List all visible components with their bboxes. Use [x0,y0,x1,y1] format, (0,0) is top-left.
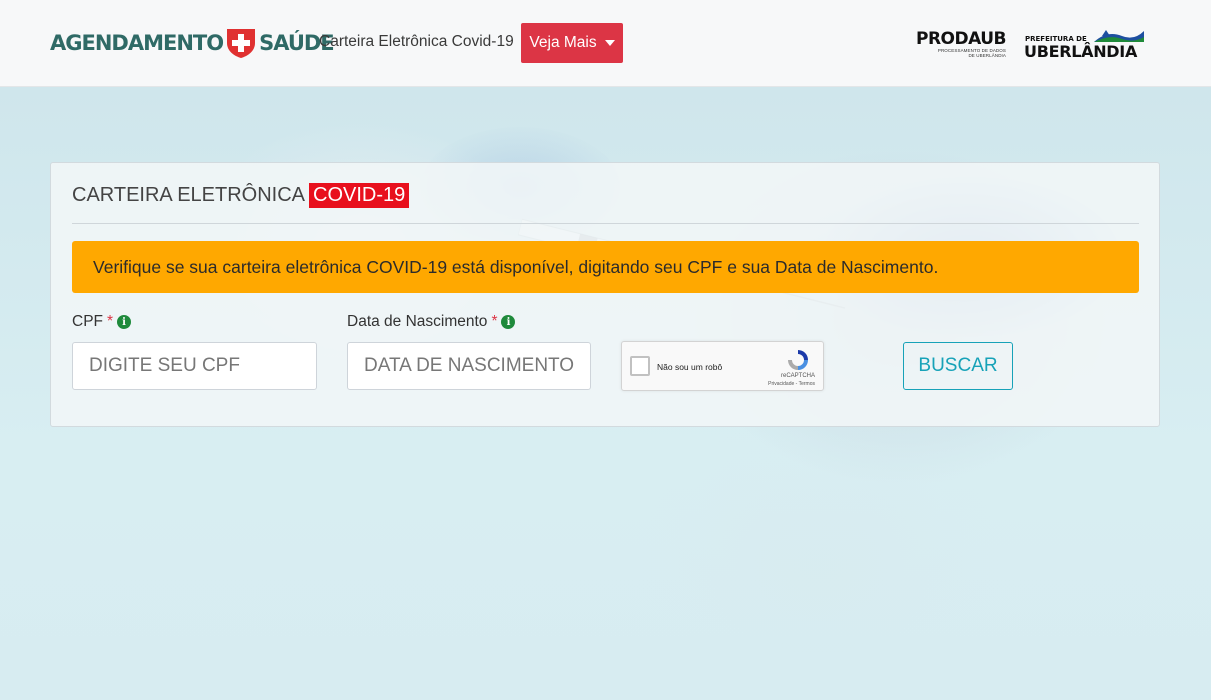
instruction-alert: Verifique se sua carteira eletrônica COV… [72,241,1139,293]
cpf-label-text: CPF [72,313,103,330]
recaptcha-icon [788,350,808,370]
top-navbar: AGENDAMENTO SAÚDE Carteira Eletrônica Co… [0,0,1211,87]
nav-link-carteira-covid[interactable]: Carteira Eletrônica Covid-19 [319,33,514,51]
city-name: UBERLÂNDIA [1024,42,1138,61]
prodaub-subtitle: DE UBERLÂNDIA [968,53,1006,58]
dropdown-label: Veja Mais [529,34,597,51]
info-icon[interactable]: i [117,315,132,329]
medical-cross-shield-icon [224,27,258,59]
prodaub-logo[interactable]: PRODAUB PROCESSAMENTO DE DADOS DE UBERLÂ… [912,29,1007,58]
agendamento-saude-logo[interactable]: AGENDAMENTO SAÚDE [50,27,335,59]
caret-down-icon [604,40,615,46]
brand-text-left: AGENDAMENTO [50,31,224,55]
recaptcha-terms-link[interactable]: Privacidade - Termos [768,381,815,387]
birth-date-label: Data de Nascimento * i [347,313,516,331]
recaptcha-checkbox[interactable] [630,356,650,376]
recaptcha-widget: Não sou um robô reCAPTCHA Privacidade - … [621,341,824,391]
prodaub-title: PRODAUB [915,29,1007,49]
cpf-label: CPF * i [72,313,132,331]
required-mark: * [491,313,498,330]
carteira-card: CARTEIRA ELETRÔNICA COVID-19 Verifique s… [50,162,1160,427]
cpf-input[interactable] [72,342,317,390]
veja-mais-dropdown-button[interactable]: Veja Mais [521,23,623,63]
birth-date-input[interactable] [347,342,591,390]
recaptcha-brand: reCAPTCHA [780,373,815,379]
card-title-text: CARTEIRA ELETRÔNICA [72,184,306,206]
alert-text: Verifique se sua carteira eletrônica COV… [93,256,939,277]
prefeitura-uberlandia-logo[interactable]: PREFEITURA DE UBERLÂNDIA [1024,28,1146,62]
buscar-button[interactable]: BUSCAR [903,342,1013,390]
required-mark: * [107,313,114,330]
card-title: CARTEIRA ELETRÔNICA COVID-19 [72,183,410,208]
birth-date-label-text: Data de Nascimento [347,313,488,330]
info-icon[interactable]: i [501,315,516,329]
recaptcha-label: Não sou um robô [657,362,723,372]
divider [72,223,1139,224]
card-title-highlight: COVID-19 [309,183,410,208]
